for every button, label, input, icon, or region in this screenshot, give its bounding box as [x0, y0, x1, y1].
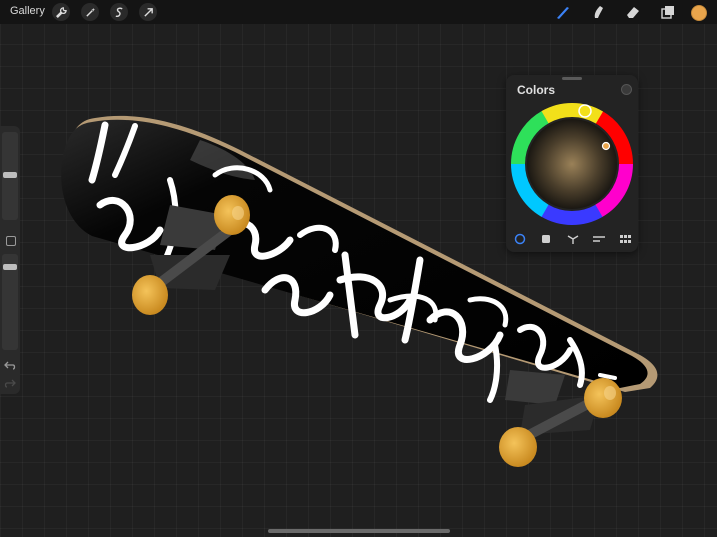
selection-s-icon[interactable] — [110, 3, 128, 21]
disc-tab-icon[interactable] — [513, 232, 527, 246]
wrench-icon[interactable] — [52, 3, 70, 21]
panel-title: Colors — [517, 83, 556, 97]
transform-arrow-icon[interactable] — [139, 3, 157, 21]
brush-size-slider[interactable] — [2, 132, 18, 220]
palettes-tab-icon[interactable] — [618, 232, 632, 246]
modify-square-icon[interactable] — [6, 236, 16, 246]
home-indicator[interactable] — [268, 529, 450, 533]
panel-drag-handle[interactable] — [562, 77, 582, 80]
classic-tab-icon[interactable] — [539, 232, 553, 246]
color-mode-tabs — [506, 232, 638, 246]
gallery-button[interactable]: Gallery — [10, 5, 45, 17]
eraser-icon[interactable] — [624, 3, 642, 21]
colors-panel: Colors — [506, 75, 638, 252]
harmony-tab-icon[interactable] — [566, 232, 580, 246]
close-icon[interactable] — [621, 84, 632, 95]
top-toolbar: Gallery — [0, 0, 717, 24]
magic-wand-icon[interactable] — [81, 3, 99, 21]
value-tab-icon[interactable] — [592, 232, 606, 246]
color-disc[interactable] — [510, 102, 634, 226]
brush-size-thumb[interactable] — [3, 172, 17, 178]
current-color-button[interactable] — [691, 5, 707, 21]
brush-icon[interactable] — [554, 3, 572, 21]
opacity-thumb[interactable] — [3, 264, 17, 270]
layers-icon[interactable] — [659, 3, 677, 21]
brush-sidebar — [0, 126, 20, 394]
smudge-icon[interactable] — [589, 3, 607, 21]
undo-icon[interactable] — [4, 358, 16, 376]
redo-icon[interactable] — [4, 376, 16, 394]
opacity-slider[interactable] — [2, 254, 18, 350]
saturation-knob — [601, 141, 611, 151]
